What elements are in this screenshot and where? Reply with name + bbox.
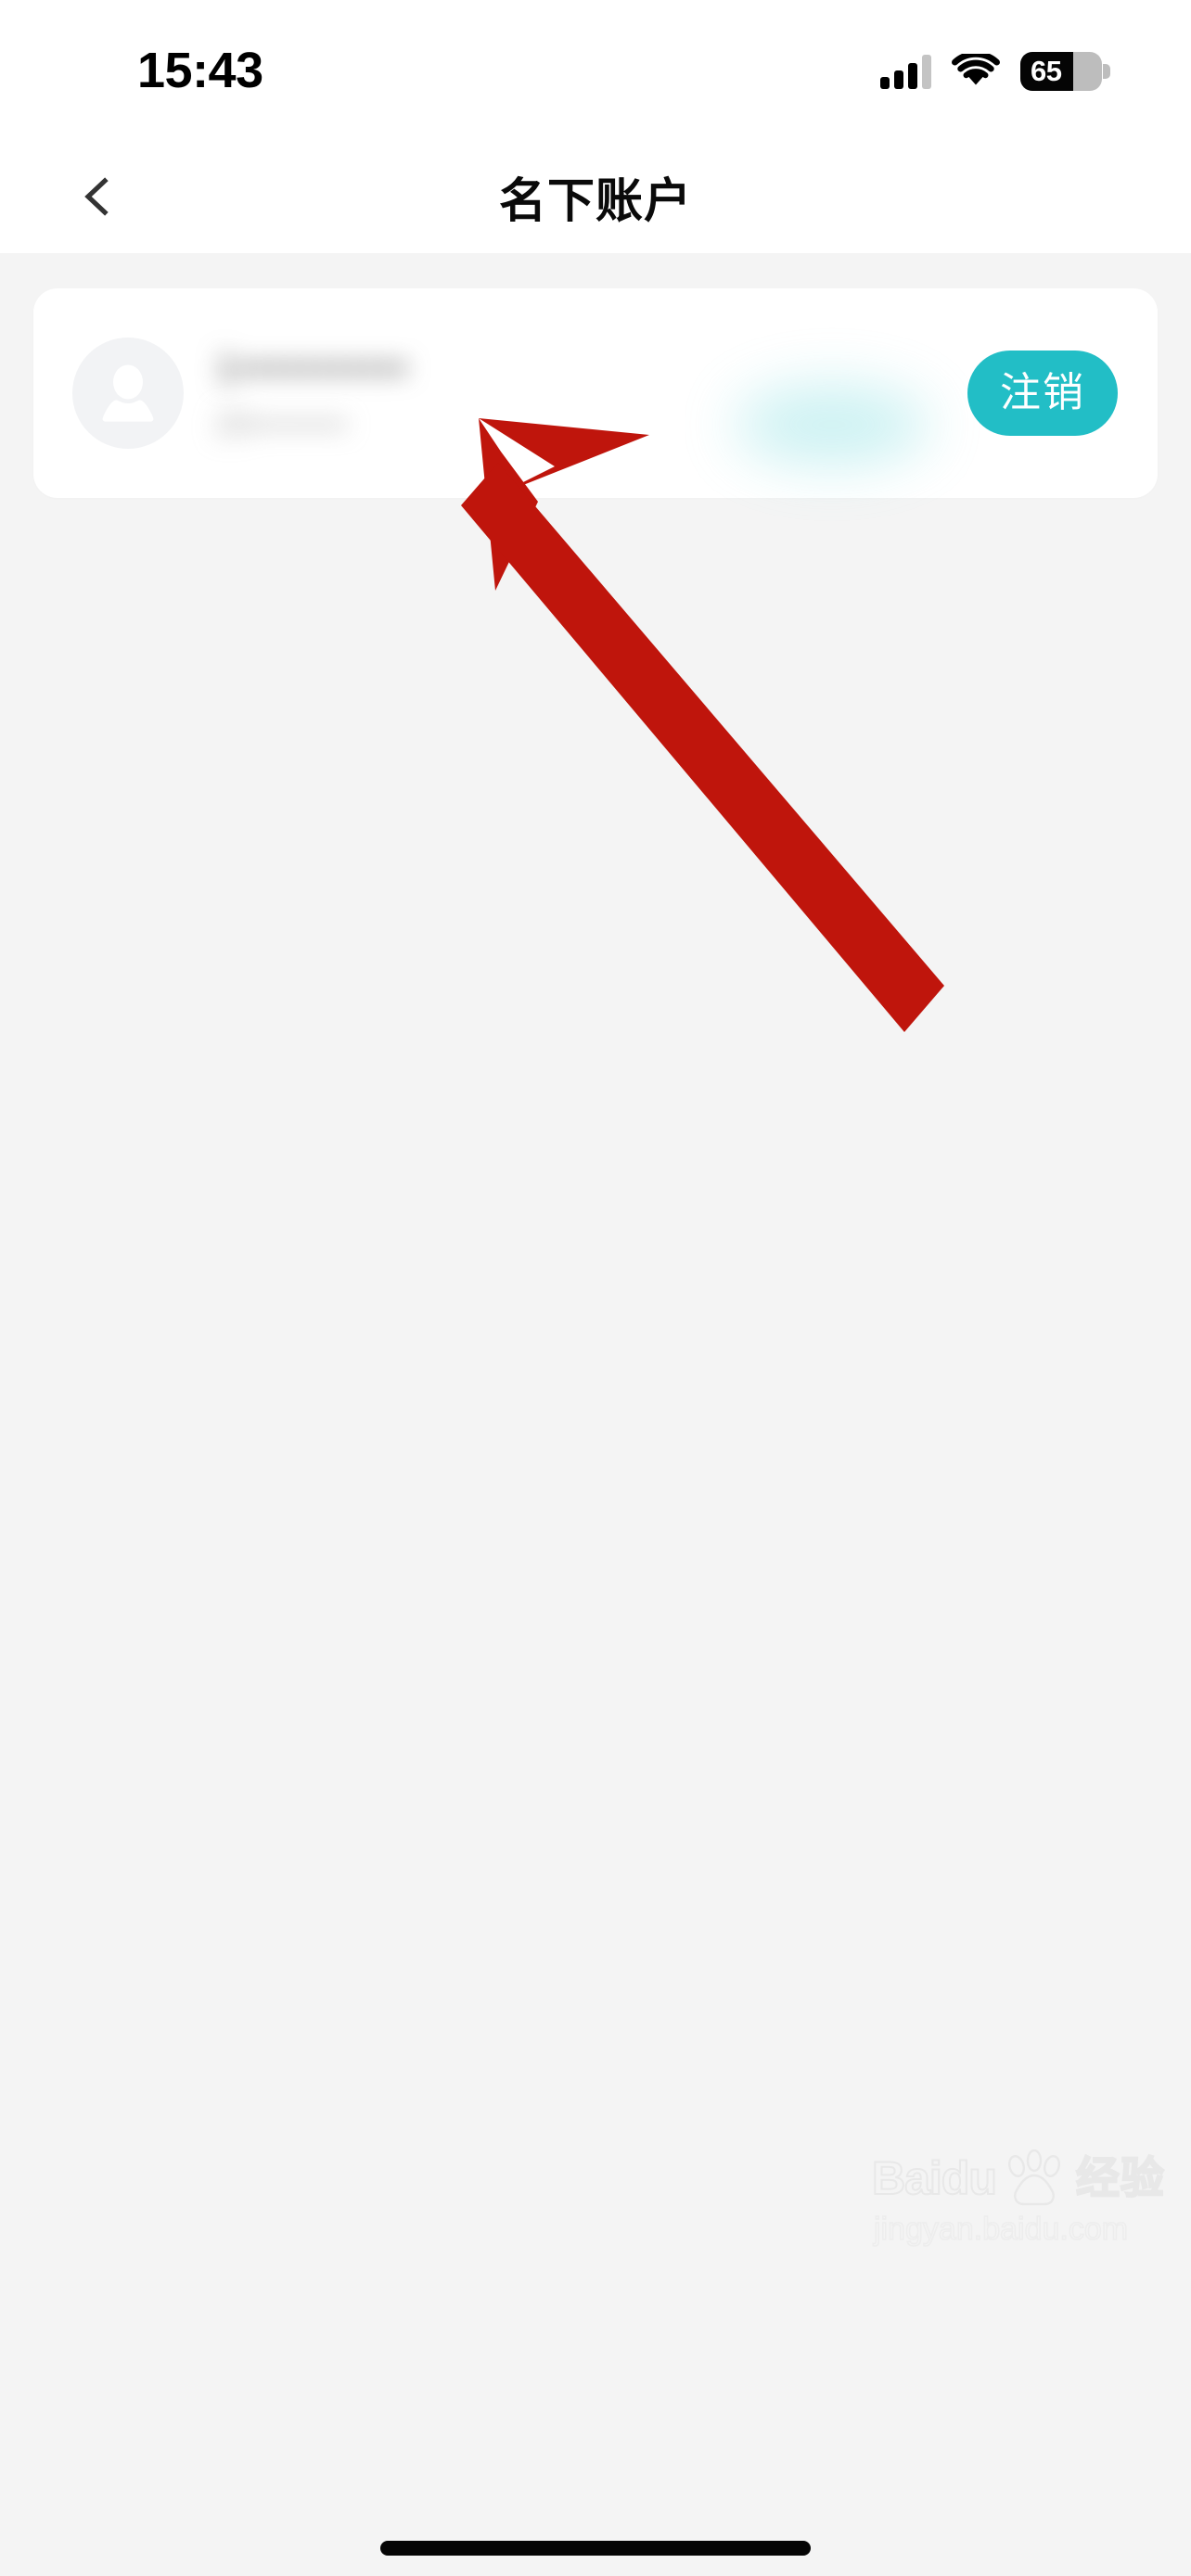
battery-percent-label: 65 [1031, 55, 1062, 87]
status-bar-time: 15:43 [137, 43, 263, 98]
wifi-icon [952, 54, 1000, 89]
battery-icon: 65 [1020, 52, 1110, 91]
baidu-paw-icon [1002, 2149, 1070, 2207]
status-bar: 15:43 65 [0, 0, 1191, 139]
account-primary-text: 1••••••••••• [215, 346, 410, 389]
watermark-brand-cn: 经验 [1075, 2152, 1165, 2203]
watermark: Baidu 经验 jingyan.baidu.com [866, 2149, 1172, 2270]
status-bar-indicators: 65 [880, 46, 1110, 96]
person-avatar-icon [72, 338, 184, 449]
account-card[interactable]: 1••••••••••• 20•••••••• 注销 [33, 288, 1158, 498]
deregister-button[interactable]: 注销 [967, 351, 1118, 436]
cellular-signal-icon [880, 54, 931, 89]
page-title: 名下账户 [498, 173, 692, 227]
account-identity-block: 1••••••••••• 20•••••••• [215, 344, 929, 465]
watermark-url: jingyan.baidu.com [873, 2211, 1129, 2248]
content-area: 1••••••••••• 20•••••••• 注销 Baidu 经验 jing… [0, 253, 1191, 2576]
navigation-bar: 名下账户 [0, 139, 1191, 253]
phone-screen: 15:43 65 名下账户 1••••••••••• 20•••••••• 注销… [0, 0, 1191, 2576]
home-indicator[interactable] [380, 2541, 811, 2556]
account-secondary-text: 20•••••••• [215, 407, 349, 442]
watermark-brand: Baidu [871, 2151, 998, 2205]
